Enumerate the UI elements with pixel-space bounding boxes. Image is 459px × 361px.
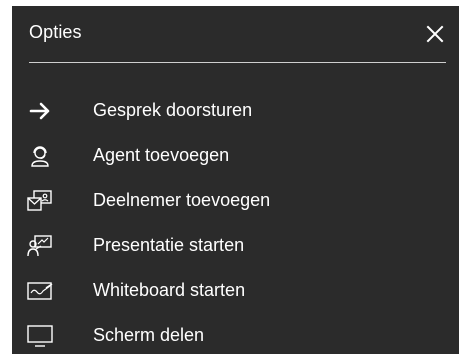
menu-item-label: Presentatie starten bbox=[93, 235, 245, 255]
presentation-icon bbox=[26, 232, 54, 260]
add-participant-icon bbox=[26, 187, 54, 215]
close-icon bbox=[426, 25, 444, 43]
header-divider bbox=[29, 62, 446, 63]
panel-title: Opties bbox=[29, 22, 82, 42]
menu-item-share-screen[interactable]: Scherm delen bbox=[12, 313, 459, 358]
menu-item-add-agent[interactable]: Agent toevoegen bbox=[12, 133, 459, 178]
whiteboard-icon bbox=[26, 277, 54, 305]
menu-item-label: Agent toevoegen bbox=[93, 145, 230, 165]
panel-header: Opties bbox=[12, 6, 459, 62]
menu-item-add-participant[interactable]: Deelnemer toevoegen bbox=[12, 178, 459, 223]
arrow-right-icon bbox=[26, 97, 54, 125]
menu-item-start-presentation[interactable]: Presentatie starten bbox=[12, 223, 459, 268]
close-button[interactable] bbox=[425, 24, 445, 44]
menu-item-label: Deelnemer toevoegen bbox=[93, 190, 271, 210]
menu-item-label: Whiteboard starten bbox=[93, 280, 246, 300]
menu-item-label: Gesprek doorsturen bbox=[93, 100, 253, 120]
headset-agent-icon bbox=[26, 142, 54, 170]
options-menu: Gesprek doorsturen Agent toevoegen Deeln… bbox=[12, 88, 459, 358]
options-panel: Opties Gesprek doorsturen Agent toevoege… bbox=[12, 6, 459, 354]
menu-item-start-whiteboard[interactable]: Whiteboard starten bbox=[12, 268, 459, 313]
monitor-icon bbox=[26, 322, 54, 350]
menu-item-forward-call[interactable]: Gesprek doorsturen bbox=[12, 88, 459, 133]
menu-item-label: Scherm delen bbox=[93, 325, 205, 345]
